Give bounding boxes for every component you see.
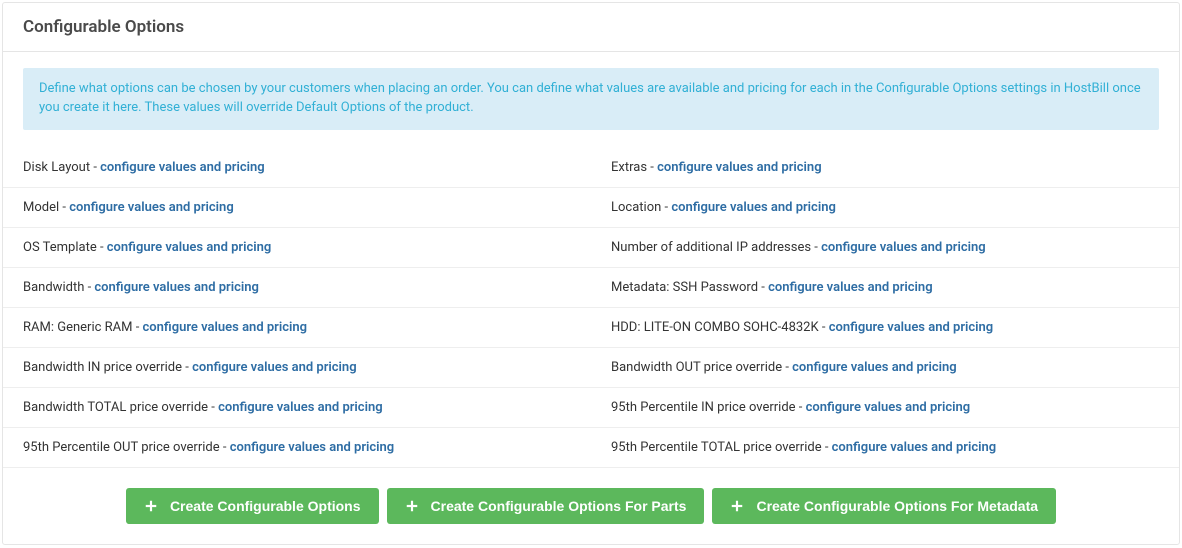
option-label: 95th Percentile TOTAL price override <box>611 440 822 455</box>
configure-link-ram[interactable]: configure values and pricing <box>143 320 308 335</box>
option-separator: - <box>59 200 69 215</box>
option-row-bandwidth: Bandwidth - configure values and pricing <box>3 268 591 308</box>
option-label: Extras <box>611 160 647 175</box>
option-label: Location <box>611 200 661 215</box>
info-box: Define what options can be chosen by you… <box>23 68 1159 130</box>
option-row-model: Model - configure values and pricing <box>3 188 591 228</box>
panel-body: Define what options can be chosen by you… <box>3 52 1179 544</box>
option-separator: - <box>208 400 218 415</box>
option-row-bandwidth-out: Bandwidth OUT price override - configure… <box>591 348 1179 388</box>
configure-link-95th-in[interactable]: configure values and pricing <box>806 400 971 415</box>
option-separator: - <box>182 360 192 375</box>
option-separator: - <box>84 280 94 295</box>
option-label: 95th Percentile IN price override <box>611 400 796 415</box>
option-label: Bandwidth OUT price override <box>611 360 782 375</box>
option-row-additional-ip: Number of additional IP addresses - conf… <box>591 228 1179 268</box>
option-separator: - <box>819 320 829 335</box>
create-options-button[interactable]: Create Configurable Options <box>126 488 379 524</box>
option-row-metadata-ssh: Metadata: SSH Password - configure value… <box>591 268 1179 308</box>
configure-link-bandwidth-out[interactable]: configure values and pricing <box>792 360 957 375</box>
option-separator: - <box>97 240 107 255</box>
button-label: Create Configurable Options <box>170 498 361 514</box>
create-options-metadata-button[interactable]: Create Configurable Options For Metadata <box>712 488 1056 524</box>
option-row-os-template: OS Template - configure values and prici… <box>3 228 591 268</box>
plus-icon <box>144 499 158 513</box>
option-separator: - <box>132 320 142 335</box>
configure-link-bandwidth[interactable]: configure values and pricing <box>94 280 259 295</box>
option-label: HDD: LITE-ON COMBO SOHC-4832K <box>611 320 819 335</box>
option-separator: - <box>782 360 792 375</box>
panel-title: Configurable Options <box>23 17 1159 37</box>
configure-link-bandwidth-total[interactable]: configure values and pricing <box>218 400 383 415</box>
option-row-extras: Extras - configure values and pricing <box>591 148 1179 188</box>
option-label: Disk Layout <box>23 160 90 175</box>
option-separator: - <box>758 280 768 295</box>
button-label: Create Configurable Options For Metadata <box>756 498 1038 514</box>
option-separator: - <box>220 440 230 455</box>
option-separator: - <box>647 160 657 175</box>
option-row-95th-out: 95th Percentile OUT price override - con… <box>3 428 591 468</box>
option-row-95th-in: 95th Percentile IN price override - conf… <box>591 388 1179 428</box>
option-separator: - <box>822 440 832 455</box>
option-row-location: Location - configure values and pricing <box>591 188 1179 228</box>
option-label: OS Template <box>23 240 97 255</box>
configure-link-os-template[interactable]: configure values and pricing <box>107 240 272 255</box>
option-row-95th-total: 95th Percentile TOTAL price override - c… <box>591 428 1179 468</box>
configure-link-extras[interactable]: configure values and pricing <box>657 160 822 175</box>
configure-link-additional-ip[interactable]: configure values and pricing <box>821 240 986 255</box>
plus-icon <box>405 499 419 513</box>
option-label: 95th Percentile OUT price override <box>23 440 220 455</box>
option-label: RAM: Generic RAM <box>23 320 132 335</box>
option-separator: - <box>661 200 671 215</box>
configure-link-95th-out[interactable]: configure values and pricing <box>230 440 395 455</box>
options-grid: Disk Layout - configure values and prici… <box>3 148 1179 468</box>
option-label: Number of additional IP addresses <box>611 240 811 255</box>
configurable-options-panel: Configurable Options Define what options… <box>2 2 1180 545</box>
panel-header: Configurable Options <box>3 3 1179 52</box>
configure-link-hdd[interactable]: configure values and pricing <box>829 320 994 335</box>
configure-link-location[interactable]: configure values and pricing <box>671 200 836 215</box>
option-label: Bandwidth <box>23 280 84 295</box>
button-row: Create Configurable Options Create Confi… <box>3 468 1179 524</box>
option-label: Bandwidth TOTAL price override <box>23 400 208 415</box>
option-separator: - <box>90 160 100 175</box>
option-label: Metadata: SSH Password <box>611 280 758 295</box>
option-label: Bandwidth IN price override <box>23 360 182 375</box>
option-row-ram: RAM: Generic RAM - configure values and … <box>3 308 591 348</box>
configure-link-model[interactable]: configure values and pricing <box>69 200 234 215</box>
configure-link-metadata-ssh[interactable]: configure values and pricing <box>768 280 933 295</box>
configure-link-95th-total[interactable]: configure values and pricing <box>832 440 997 455</box>
configure-link-bandwidth-in[interactable]: configure values and pricing <box>192 360 357 375</box>
option-separator: - <box>796 400 806 415</box>
create-options-parts-button[interactable]: Create Configurable Options For Parts <box>387 488 705 524</box>
configure-link-disk-layout[interactable]: configure values and pricing <box>100 160 265 175</box>
option-label: Model <box>23 200 59 215</box>
option-row-bandwidth-total: Bandwidth TOTAL price override - configu… <box>3 388 591 428</box>
button-label: Create Configurable Options For Parts <box>431 498 687 514</box>
option-row-bandwidth-in: Bandwidth IN price override - configure … <box>3 348 591 388</box>
plus-icon <box>730 499 744 513</box>
option-row-disk-layout: Disk Layout - configure values and prici… <box>3 148 591 188</box>
option-separator: - <box>811 240 821 255</box>
option-row-hdd: HDD: LITE-ON COMBO SOHC-4832K - configur… <box>591 308 1179 348</box>
